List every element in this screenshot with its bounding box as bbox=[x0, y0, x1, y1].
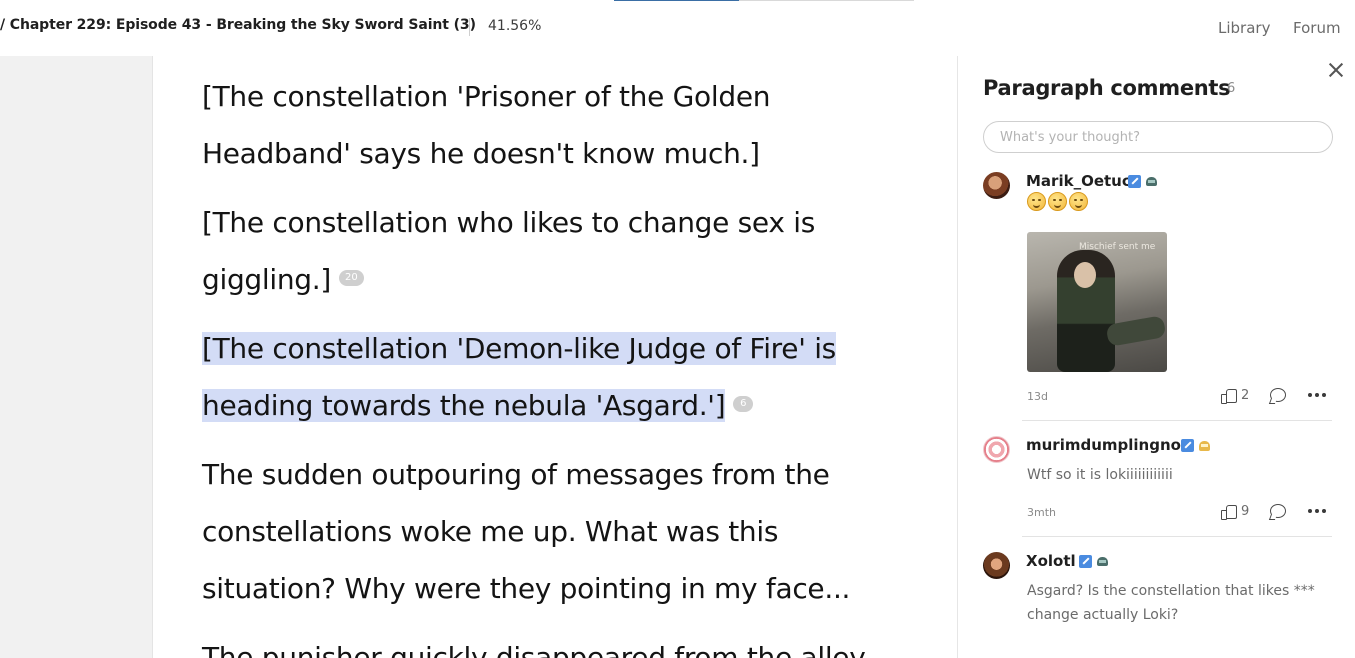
comment-item: Xolotl Asgard? Is the constellation that… bbox=[983, 552, 1333, 642]
chapter-title[interactable]: / Chapter 229: Episode 43 - Breaking the… bbox=[0, 17, 476, 33]
like-button[interactable]: 2 bbox=[1221, 387, 1250, 404]
comment-actions: 2 bbox=[1221, 387, 1326, 404]
user-badges bbox=[1079, 555, 1109, 568]
smile-emoji-icon bbox=[1027, 192, 1046, 211]
paragraph-line: [The constellation 'Prisoner of the Gold… bbox=[202, 80, 771, 113]
reply-icon[interactable] bbox=[1269, 387, 1287, 403]
writer-badge-icon bbox=[1079, 555, 1092, 568]
paragraph[interactable]: The punisher quickly disappeared from th… bbox=[202, 629, 902, 658]
more-options-icon[interactable] bbox=[1308, 509, 1326, 513]
avatar[interactable] bbox=[983, 436, 1010, 463]
nav-library-link[interactable]: Library bbox=[1218, 19, 1270, 37]
thumbs-up-icon bbox=[1221, 388, 1237, 404]
comment-divider bbox=[1022, 420, 1332, 421]
paragraph-comment-count[interactable]: 6 bbox=[733, 396, 754, 412]
panel-comment-count: 6 bbox=[1227, 81, 1236, 96]
paragraph-line-highlighted: heading towards the nebula 'Asgard.'] bbox=[202, 389, 726, 422]
writer-badge-icon bbox=[1128, 175, 1141, 188]
gif-face bbox=[1074, 262, 1096, 288]
reader-header: / Chapter 229: Episode 43 - Breaking the… bbox=[0, 0, 1355, 56]
paragraph[interactable]: The sudden outpouring of messages from t… bbox=[202, 446, 902, 617]
panel-title: Paragraph comments bbox=[983, 76, 1231, 100]
paragraph-line: Headband' says he doesn't know much.] bbox=[202, 137, 760, 170]
comment-text: Asgard? Is the constellation that likes … bbox=[1027, 583, 1315, 623]
paragraph-line: [The constellation who likes to change s… bbox=[202, 206, 816, 239]
comment-item: Marik_Oetuc Mischief sent me 13d 2 bbox=[983, 172, 1333, 412]
level-badge-icon bbox=[1096, 555, 1109, 568]
gif-caption: Mischief sent me bbox=[1079, 242, 1156, 252]
level-badge-icon bbox=[1198, 439, 1211, 452]
header-divider bbox=[469, 18, 470, 36]
comment-input[interactable] bbox=[983, 121, 1333, 153]
paragraph-line: The sudden outpouring of messages from t… bbox=[202, 458, 830, 491]
paragraph-comments-panel: Paragraph comments 6 Marik_Oetuc Mischie… bbox=[957, 56, 1355, 658]
more-options-icon[interactable] bbox=[1308, 393, 1326, 397]
comment-gif-image[interactable]: Mischief sent me bbox=[1027, 232, 1167, 372]
smile-emoji-icon bbox=[1069, 192, 1088, 211]
paragraph[interactable]: [The constellation 'Prisoner of the Gold… bbox=[202, 68, 902, 182]
user-badges bbox=[1128, 175, 1158, 188]
comment-username[interactable]: Marik_Oetuc bbox=[1026, 172, 1131, 190]
left-gutter bbox=[0, 56, 153, 658]
comment-divider bbox=[1022, 536, 1332, 537]
comment-actions: 9 bbox=[1221, 503, 1326, 520]
paragraph-selected[interactable]: [The constellation 'Demon-like Judge of … bbox=[202, 320, 902, 434]
paragraph-comment-count[interactable]: 20 bbox=[339, 270, 364, 286]
thumbs-up-icon bbox=[1221, 504, 1237, 520]
comment-item: murimdumplingno1 Wtf so it is lokiiiiiii… bbox=[983, 436, 1333, 526]
avatar[interactable] bbox=[983, 552, 1010, 579]
paragraph-line: situation? Why were they pointing in my … bbox=[202, 572, 851, 605]
emoji-row bbox=[1027, 192, 1088, 211]
comment-time: 13d bbox=[1027, 390, 1048, 403]
smile-emoji-icon bbox=[1048, 192, 1067, 211]
comment-text: Wtf so it is lokiiiiiiiiiiii bbox=[1027, 467, 1173, 483]
level-badge-icon bbox=[1145, 175, 1158, 188]
paragraph[interactable]: [The constellation who likes to change s… bbox=[202, 194, 902, 308]
paragraph-line-highlighted: [The constellation 'Demon-like Judge of … bbox=[202, 332, 836, 365]
chapter-progress: 41.56% bbox=[488, 18, 542, 34]
like-count: 9 bbox=[1241, 503, 1250, 519]
comment-time: 3mth bbox=[1027, 506, 1056, 519]
like-button[interactable]: 9 bbox=[1221, 503, 1250, 520]
user-badges bbox=[1181, 439, 1211, 452]
writer-badge-icon bbox=[1181, 439, 1194, 452]
nav-forum-link[interactable]: Forum bbox=[1293, 19, 1341, 37]
reply-icon[interactable] bbox=[1269, 503, 1287, 519]
chapter-content: [The constellation 'Prisoner of the Gold… bbox=[154, 56, 958, 658]
paragraph-line: The punisher quickly disappeared from th… bbox=[202, 641, 866, 658]
comment-username[interactable]: murimdumplingno1 bbox=[1026, 436, 1191, 454]
paragraph-line: constellations woke me up. What was this bbox=[202, 515, 779, 548]
avatar[interactable] bbox=[983, 172, 1010, 199]
like-count: 2 bbox=[1241, 387, 1250, 403]
comment-username[interactable]: Xolotl bbox=[1026, 552, 1076, 570]
close-icon[interactable] bbox=[1326, 60, 1346, 80]
paragraph-line: giggling.] bbox=[202, 263, 332, 296]
